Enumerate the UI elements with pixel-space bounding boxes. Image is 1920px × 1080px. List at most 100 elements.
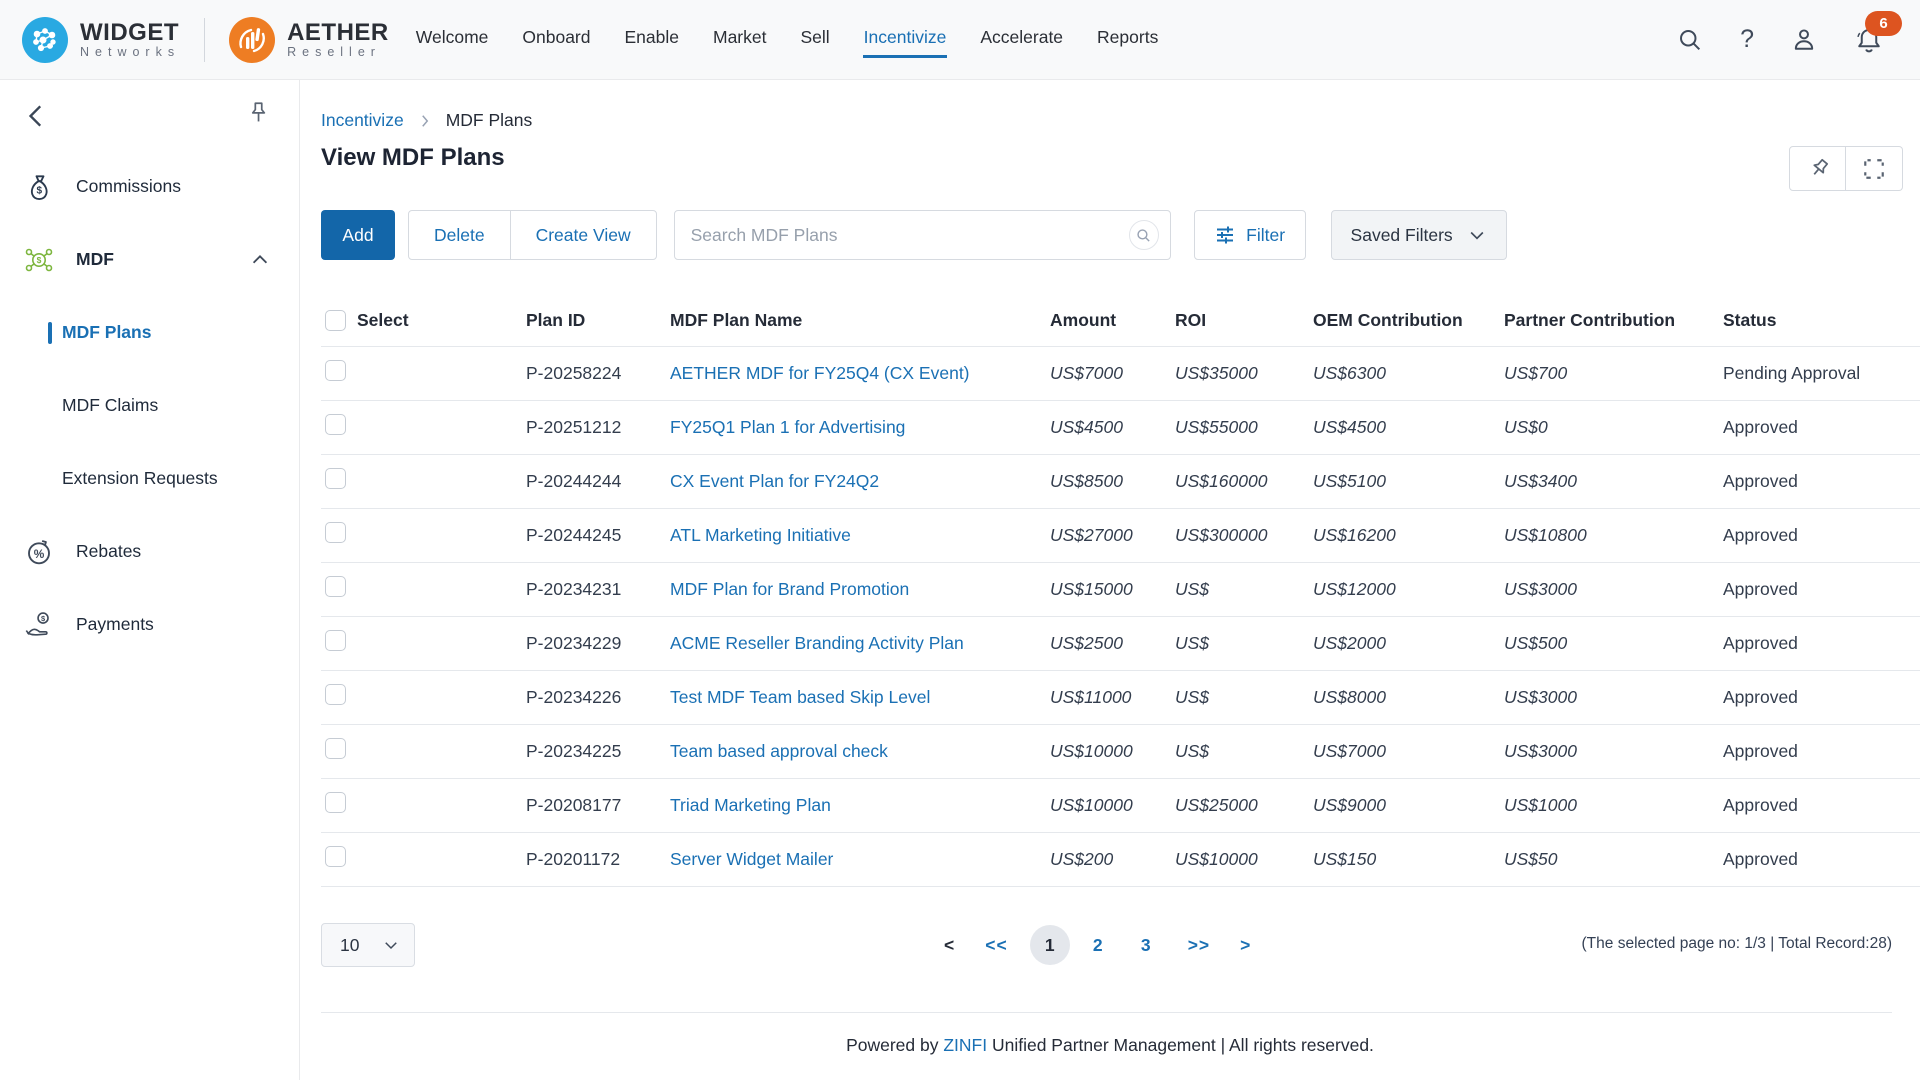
page-number-2[interactable]: 2 bbox=[1078, 925, 1118, 965]
nav-item-reports[interactable]: Reports bbox=[1096, 21, 1159, 58]
oem-contribution-cell: US$4500 bbox=[1313, 400, 1504, 454]
plan-id-cell: P-20208177 bbox=[526, 778, 670, 832]
oem-contribution-cell: US$6300 bbox=[1313, 346, 1504, 400]
search-input[interactable] bbox=[674, 210, 1171, 260]
breadcrumb: Incentivize MDF Plans bbox=[321, 110, 532, 131]
nav-item-welcome[interactable]: Welcome bbox=[415, 21, 490, 58]
plan-id-cell: P-20258224 bbox=[526, 346, 670, 400]
plan-name-link[interactable]: Test MDF Team based Skip Level bbox=[670, 687, 930, 707]
row-checkbox[interactable] bbox=[325, 414, 346, 435]
zinfi-link[interactable]: ZINFI bbox=[943, 1035, 987, 1055]
amount-cell: US$27000 bbox=[1050, 508, 1175, 562]
delete-button[interactable]: Delete bbox=[409, 211, 510, 259]
aether-reseller-logo[interactable]: AETHER Reseller bbox=[229, 17, 389, 63]
partner-contribution-cell: US$3000 bbox=[1504, 724, 1723, 778]
plan-id-cell: P-20234225 bbox=[526, 724, 670, 778]
sidebar-collapse-icon[interactable] bbox=[24, 102, 50, 130]
amount-cell: US$11000 bbox=[1050, 670, 1175, 724]
amount-cell: US$8500 bbox=[1050, 454, 1175, 508]
add-button[interactable]: Add bbox=[321, 210, 395, 260]
row-checkbox[interactable] bbox=[325, 576, 346, 597]
plan-name-link[interactable]: CX Event Plan for FY24Q2 bbox=[670, 471, 879, 491]
roi-cell: US$ bbox=[1175, 562, 1313, 616]
app-header: WIDGET Networks AETHER Reseller Welcome O… bbox=[0, 0, 1920, 80]
saved-filters-dropdown[interactable]: Saved Filters bbox=[1331, 210, 1507, 260]
widget-networks-logo[interactable]: WIDGET Networks bbox=[22, 17, 180, 63]
sidebar-item-commissions[interactable]: $ Commissions bbox=[0, 150, 299, 223]
sidebar-pin-icon[interactable] bbox=[245, 100, 271, 130]
status-cell: Approved bbox=[1723, 832, 1920, 886]
roi-cell: US$160000 bbox=[1175, 454, 1313, 508]
plan-name-link[interactable]: ATL Marketing Initiative bbox=[670, 525, 851, 545]
sidebar-item-extension-requests[interactable]: Extension Requests bbox=[0, 442, 299, 515]
table-row: P-20234231MDF Plan for Brand PromotionUS… bbox=[321, 562, 1920, 616]
partner-contribution-cell: US$0 bbox=[1504, 400, 1723, 454]
nav-item-incentivize[interactable]: Incentivize bbox=[863, 21, 948, 58]
plan-name-link[interactable]: Server Widget Mailer bbox=[670, 849, 833, 869]
oem-contribution-cell: US$5100 bbox=[1313, 454, 1504, 508]
partner-contribution-cell: US$3400 bbox=[1504, 454, 1723, 508]
nav-item-onboard[interactable]: Onboard bbox=[521, 21, 591, 58]
sidebar-item-mdf[interactable]: $ MDF bbox=[0, 223, 299, 296]
plan-id-cell: P-20244245 bbox=[526, 508, 670, 562]
table-row: P-20208177Triad Marketing PlanUS$10000US… bbox=[321, 778, 1920, 832]
sidebar-item-rebates[interactable]: % Rebates bbox=[0, 515, 299, 588]
amount-cell: US$7000 bbox=[1050, 346, 1175, 400]
table-row: P-20234225Team based approval checkUS$10… bbox=[321, 724, 1920, 778]
search-icon[interactable] bbox=[1676, 26, 1704, 54]
prev-page-button[interactable]: < bbox=[936, 935, 963, 956]
fullscreen-expand-button[interactable] bbox=[1846, 146, 1903, 191]
sidebar-item-mdf-claims[interactable]: MDF Claims bbox=[0, 369, 299, 442]
last-page-button[interactable]: >> bbox=[1180, 935, 1218, 956]
sidebar-item-label: MDF Claims bbox=[62, 395, 158, 416]
row-checkbox[interactable] bbox=[325, 468, 346, 489]
row-checkbox[interactable] bbox=[325, 360, 346, 381]
notifications-bell-icon[interactable]: 6 bbox=[1854, 25, 1884, 55]
row-checkbox[interactable] bbox=[325, 630, 346, 651]
row-checkbox[interactable] bbox=[325, 792, 346, 813]
plan-name-link[interactable]: MDF Plan for Brand Promotion bbox=[670, 579, 909, 599]
select-all-checkbox[interactable] bbox=[325, 310, 346, 331]
row-checkbox[interactable] bbox=[325, 522, 346, 543]
nav-item-accelerate[interactable]: Accelerate bbox=[979, 21, 1064, 58]
amount-cell: US$200 bbox=[1050, 832, 1175, 886]
svg-text:%: % bbox=[34, 546, 45, 560]
row-checkbox[interactable] bbox=[325, 684, 346, 705]
oem-contribution-cell: US$2000 bbox=[1313, 616, 1504, 670]
plan-name-link[interactable]: Team based approval check bbox=[670, 741, 888, 761]
amount-cell: US$15000 bbox=[1050, 562, 1175, 616]
first-page-button[interactable]: << bbox=[977, 935, 1015, 956]
chevron-up-icon[interactable] bbox=[249, 249, 271, 271]
page-size-value: 10 bbox=[340, 935, 359, 956]
column-header-status: Status bbox=[1723, 296, 1920, 346]
oem-contribution-cell: US$8000 bbox=[1313, 670, 1504, 724]
sidebar-item-payments[interactable]: $ Payments bbox=[0, 588, 299, 661]
sidebar-item-mdf-plans[interactable]: MDF Plans bbox=[0, 296, 299, 369]
page-size-select[interactable]: 10 bbox=[321, 923, 415, 967]
nav-item-market[interactable]: Market bbox=[712, 21, 767, 58]
mdf-network-icon: $ bbox=[24, 245, 54, 275]
page-number-3[interactable]: 3 bbox=[1126, 925, 1166, 965]
row-checkbox[interactable] bbox=[325, 846, 346, 867]
help-icon[interactable]: ? bbox=[1740, 27, 1754, 52]
nav-item-sell[interactable]: Sell bbox=[799, 21, 830, 58]
create-view-button[interactable]: Create View bbox=[510, 211, 656, 259]
table-row: P-20234229ACME Reseller Branding Activit… bbox=[321, 616, 1920, 670]
nav-item-enable[interactable]: Enable bbox=[624, 21, 681, 58]
plan-name-link[interactable]: FY25Q1 Plan 1 for Advertising bbox=[670, 417, 905, 437]
page-number-1[interactable]: 1 bbox=[1030, 925, 1070, 965]
next-page-button[interactable]: > bbox=[1232, 935, 1259, 956]
breadcrumb-parent-link[interactable]: Incentivize bbox=[321, 110, 404, 131]
plan-name-link[interactable]: ACME Reseller Branding Activity Plan bbox=[670, 633, 964, 653]
column-header-amount: Amount bbox=[1050, 296, 1175, 346]
user-icon[interactable] bbox=[1790, 26, 1818, 54]
table-row: P-20234226Test MDF Team based Skip Level… bbox=[321, 670, 1920, 724]
filter-button[interactable]: Filter bbox=[1194, 210, 1306, 260]
row-checkbox[interactable] bbox=[325, 738, 346, 759]
plan-name-link[interactable]: AETHER MDF for FY25Q4 (CX Event) bbox=[670, 363, 970, 383]
search-submit-icon[interactable] bbox=[1129, 220, 1159, 250]
pin-page-button[interactable] bbox=[1789, 146, 1846, 191]
plan-name-link[interactable]: Triad Marketing Plan bbox=[670, 795, 831, 815]
table-header-row: SelectPlan IDMDF Plan NameAmountROIOEM C… bbox=[321, 296, 1920, 346]
widget-networks-logo-icon bbox=[22, 17, 68, 63]
